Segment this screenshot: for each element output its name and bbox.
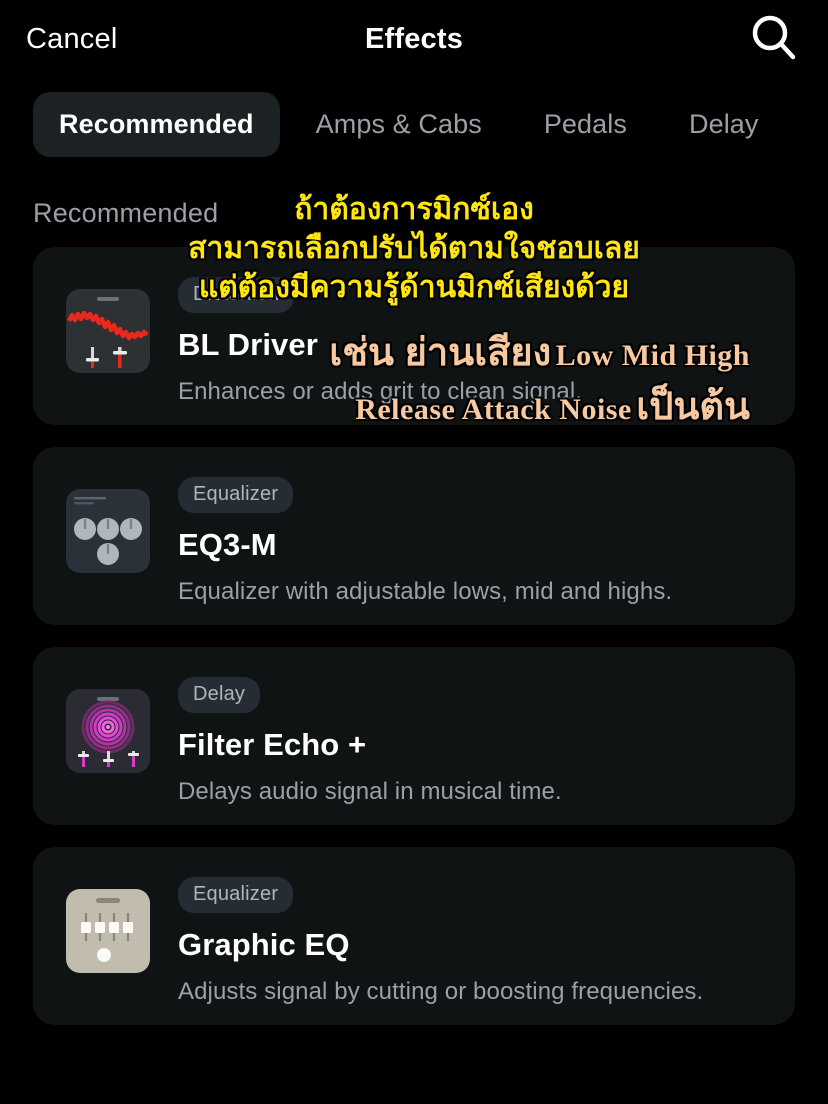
effect-description: Enhances or adds grit to clean signal. xyxy=(178,378,583,405)
search-icon[interactable] xyxy=(746,11,802,67)
status-badge: Distortion xyxy=(178,277,295,313)
knobs-glyph xyxy=(74,497,142,565)
status-badge: Equalizer xyxy=(178,877,294,913)
effect-title: BL Driver xyxy=(178,327,318,362)
distortion-waveform-thumbnail xyxy=(66,289,150,373)
tab-pedals[interactable]: Pedals xyxy=(518,92,653,157)
effect-title: Filter Echo + xyxy=(178,727,367,762)
equalizer-knobs-thumbnail xyxy=(66,489,150,573)
effect-card-body: Delay Filter Echo + Delays audio signal … xyxy=(178,675,562,806)
effect-card-body: Equalizer EQ3-M Equalizer with adjustabl… xyxy=(178,475,672,606)
effect-card-bl-driver[interactable]: Distortion BL Driver Enhances or adds gr… xyxy=(33,247,795,425)
concentric-rings-glyph xyxy=(78,697,139,767)
effect-card-graphic-eq[interactable]: Equalizer Graphic EQ Adjusts signal by c… xyxy=(33,847,795,1025)
graphic-eq-sliders-thumbnail xyxy=(66,889,150,973)
effect-card-body: Distortion BL Driver Enhances or adds gr… xyxy=(178,275,582,406)
effect-title: EQ3-M xyxy=(178,527,277,562)
tab-amps-and-cabs[interactable]: Amps & Cabs xyxy=(290,92,508,157)
effect-card-filter-echo-plus[interactable]: Delay Filter Echo + Delays audio signal … xyxy=(33,647,795,825)
search-glyph xyxy=(752,15,796,60)
navigation-bar: Cancel Effects xyxy=(0,0,828,78)
sliders-glyph xyxy=(81,898,133,962)
category-tabs: Recommended Amps & Cabs Pedals Delay xyxy=(0,78,828,170)
page-title: Effects xyxy=(364,22,464,55)
effect-card-body: Equalizer Graphic EQ Adjusts signal by c… xyxy=(178,875,703,1006)
effect-card-eq3-m[interactable]: Equalizer EQ3-M Equalizer with adjustabl… xyxy=(33,447,795,625)
effect-description: Equalizer with adjustable lows, mid and … xyxy=(178,578,673,605)
effect-description: Delays audio signal in musical time. xyxy=(178,778,562,805)
waveform-glyph xyxy=(66,297,149,368)
section-header-recommended: Recommended xyxy=(33,198,219,228)
effect-list: Distortion BL Driver Enhances or adds gr… xyxy=(0,247,828,1025)
tab-recommended[interactable]: Recommended xyxy=(33,91,280,157)
effect-title: Graphic EQ xyxy=(178,927,350,962)
status-badge: Equalizer xyxy=(178,477,294,513)
effect-description: Adjusts signal by cutting or boosting fr… xyxy=(178,978,704,1005)
cancel-button[interactable]: Cancel xyxy=(26,23,117,56)
status-badge: Delay xyxy=(178,677,261,713)
tab-delay[interactable]: Delay xyxy=(663,92,785,157)
delay-rings-thumbnail xyxy=(66,689,150,773)
